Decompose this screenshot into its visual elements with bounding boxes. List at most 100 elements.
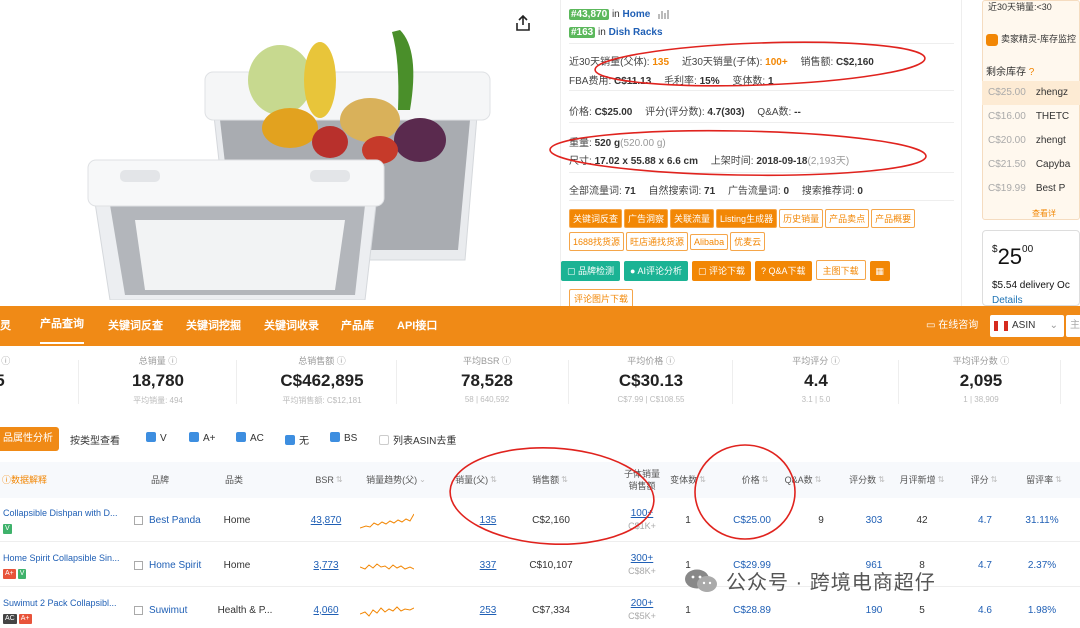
product-title-link[interactable]: Home Spirit Collapsible Sin... — [3, 553, 120, 563]
checkbox-checked[interactable] — [330, 432, 340, 442]
search-input[interactable]: 主 — [1066, 315, 1080, 337]
filter-checkbox-ac[interactable]: AC — [236, 432, 264, 444]
sales-trend-sparkline[interactable] — [360, 598, 414, 622]
col-retention[interactable]: 留评率 ⇅ — [1016, 462, 1072, 498]
data-explain-link[interactable]: ⓘ 数据解释 — [0, 462, 47, 498]
nav-keyword-index[interactable]: 关键词收录 — [264, 306, 319, 346]
image-download-button[interactable]: 主图下载 — [815, 260, 866, 280]
child-sales-cell[interactable]: 200+ C$5K+ — [612, 588, 672, 628]
marketplace-select[interactable]: ASIN ⌄ — [990, 315, 1064, 337]
badge-v: V — [17, 569, 27, 579]
col-price[interactable]: 价格 ⇅ — [730, 462, 780, 498]
filter-checkbox-bs[interactable]: BS — [330, 432, 357, 444]
product-badges: A+ V — [3, 567, 28, 579]
col-monthly-new[interactable]: 月评新增 ⇅ — [894, 462, 950, 498]
bsr-cell[interactable]: 3,773 — [304, 543, 348, 587]
attribute-analysis-button[interactable]: 品属性分析 — [0, 427, 59, 451]
rank-category-link[interactable]: Dish Racks — [609, 27, 663, 38]
child-sales-cell[interactable]: 300+ C$8K+ — [612, 543, 672, 587]
rating-cell: 4.7 — [978, 559, 992, 571]
nav-product-library[interactable]: 产品库 — [341, 306, 374, 346]
tag-alibaba[interactable]: Alibaba — [690, 234, 729, 250]
nav-keyword-mining[interactable]: 关键词挖掘 — [186, 306, 241, 346]
checkbox-unchecked[interactable] — [379, 435, 389, 445]
rank-category-link[interactable]: Home — [623, 9, 651, 20]
product-image[interactable] — [80, 10, 500, 300]
checkbox-checked[interactable] — [146, 432, 156, 442]
tag-product-summary[interactable]: 产品概要 — [871, 209, 916, 228]
stock-row[interactable]: C$19.99 Best P — [982, 177, 1080, 201]
col-rating[interactable]: 评分 ⇅ — [962, 462, 1006, 498]
reviews-cell[interactable]: 303 — [852, 498, 896, 542]
checkbox-checked[interactable] — [236, 432, 246, 442]
filter-checkbox-none[interactable]: 无 — [285, 432, 309, 447]
sort-icon: ⇅ — [490, 475, 497, 484]
col-variants[interactable]: 变体数 ⇅ — [666, 462, 710, 498]
stock-row[interactable]: C$20.00 zhengt — [982, 129, 1080, 153]
rank-prefix: in — [598, 27, 606, 38]
tag-history-sales[interactable]: 历史销量 — [779, 209, 824, 228]
sales-trend-sparkline[interactable] — [360, 508, 414, 532]
view-by-type[interactable]: 按类型查看 — [70, 432, 120, 447]
brand-link[interactable]: Suwimut — [134, 588, 187, 628]
tag-ad-insight[interactable]: 广告洞察 — [624, 209, 669, 228]
label: 变体数: — [732, 76, 766, 87]
checkbox-checked[interactable] — [285, 435, 295, 445]
checkbox-checked[interactable] — [189, 432, 199, 442]
listing-date: 2018-09-18 — [756, 156, 808, 167]
stock-row[interactable]: C$16.00 THETC — [982, 105, 1080, 129]
qa-download-button[interactable]: ? Q&A下载 — [755, 261, 812, 281]
child-sales-cell[interactable]: 100+ C$1K+ — [612, 498, 672, 542]
bsr-cell[interactable]: 43,870 — [304, 498, 348, 542]
parent-sales-cell[interactable]: 337 — [466, 543, 510, 587]
product-title-link[interactable]: Suwimut 2 Pack Collapsibl... — [3, 598, 117, 608]
seller-sprite-panel: #43,870 in Home #163 in Dish Racks 近30天销… — [560, 0, 962, 308]
filter-checkbox-dedupe[interactable]: 列表ASIN去重 — [379, 432, 456, 447]
monthly-new-cell: 42 — [916, 514, 928, 526]
brand-link[interactable]: Best Panda — [134, 498, 201, 542]
calculator-icon[interactable]: ▦ — [869, 261, 890, 281]
help-icon[interactable]: ? — [1029, 67, 1035, 78]
parent-sales-cell[interactable]: 253 — [466, 588, 510, 628]
nav-keyword-reverse[interactable]: 关键词反查 — [108, 306, 163, 346]
nav-product-query[interactable]: 产品查询 — [40, 306, 84, 344]
bsr-cell[interactable]: 4,060 — [304, 588, 348, 628]
filter-checkbox-v[interactable]: V — [146, 432, 167, 444]
product-title-link[interactable]: Collapsible Dishpan with D... — [3, 508, 118, 518]
child-sales-value: 300+ — [630, 553, 654, 564]
share-icon[interactable] — [514, 14, 532, 32]
product-badges: V — [3, 522, 14, 534]
details-link[interactable]: Details — [992, 295, 1023, 306]
col-qa[interactable]: Q&A数 ⇅ — [780, 462, 826, 498]
online-consult-link[interactable]: ▭ 在线咨询 — [926, 306, 978, 346]
filter-checkbox-aplus[interactable]: A+ — [189, 432, 216, 444]
tag-1688-source[interactable]: 1688找货源 — [569, 232, 625, 251]
brand-check-button[interactable]: ▢ 品牌检测 — [561, 261, 621, 281]
col-bsr[interactable]: BSR ⇅ — [304, 462, 354, 498]
tag-keyword-reverse[interactable]: 关键词反查 — [569, 209, 623, 228]
review-download-button[interactable]: ▢ 评论下载 — [692, 261, 752, 281]
table-row[interactable]: Collapsible Dishpan with D... V Best Pan… — [0, 498, 1080, 542]
tag-youmaiyun[interactable]: 优麦云 — [730, 232, 766, 251]
col-reviews[interactable]: 评分数 ⇅ — [842, 462, 892, 498]
tag-wdt-source[interactable]: 旺店通找货源 — [626, 232, 689, 251]
sales-trend-sparkline[interactable] — [360, 553, 414, 577]
tag-listing-generator[interactable]: Listing生成器 — [716, 209, 778, 228]
fba-fee-value: C$11.13 — [614, 76, 652, 87]
stock-row[interactable]: C$21.50 Capyba — [982, 153, 1080, 177]
nav-api[interactable]: API接口 — [397, 306, 437, 346]
bar-chart-icon[interactable] — [658, 9, 670, 19]
col-trend[interactable]: 销量趋势(父) ⌄ — [356, 462, 436, 498]
col-sales-parent[interactable]: 销量(父) ⇅ — [450, 462, 502, 498]
col-child-sales[interactable]: 子体销量 销售额 — [612, 462, 672, 498]
brand-link[interactable]: Home Spirit — [134, 543, 201, 587]
divider — [568, 360, 569, 404]
parent-sales-cell[interactable]: 135 — [466, 498, 510, 542]
col-revenue[interactable]: 销售额 ⇅ — [522, 462, 578, 498]
tag-related-traffic[interactable]: 关联流量 — [670, 209, 715, 228]
stock-row[interactable]: C$25.00 zhengz — [982, 81, 1080, 105]
view-details-link[interactable]: 查看详 — [1032, 208, 1056, 219]
ai-review-button[interactable]: ● AI评论分析 — [624, 261, 688, 281]
tag-selling-points[interactable]: 产品卖点 — [825, 209, 870, 228]
stock-price: C$16.00 — [988, 111, 1026, 122]
